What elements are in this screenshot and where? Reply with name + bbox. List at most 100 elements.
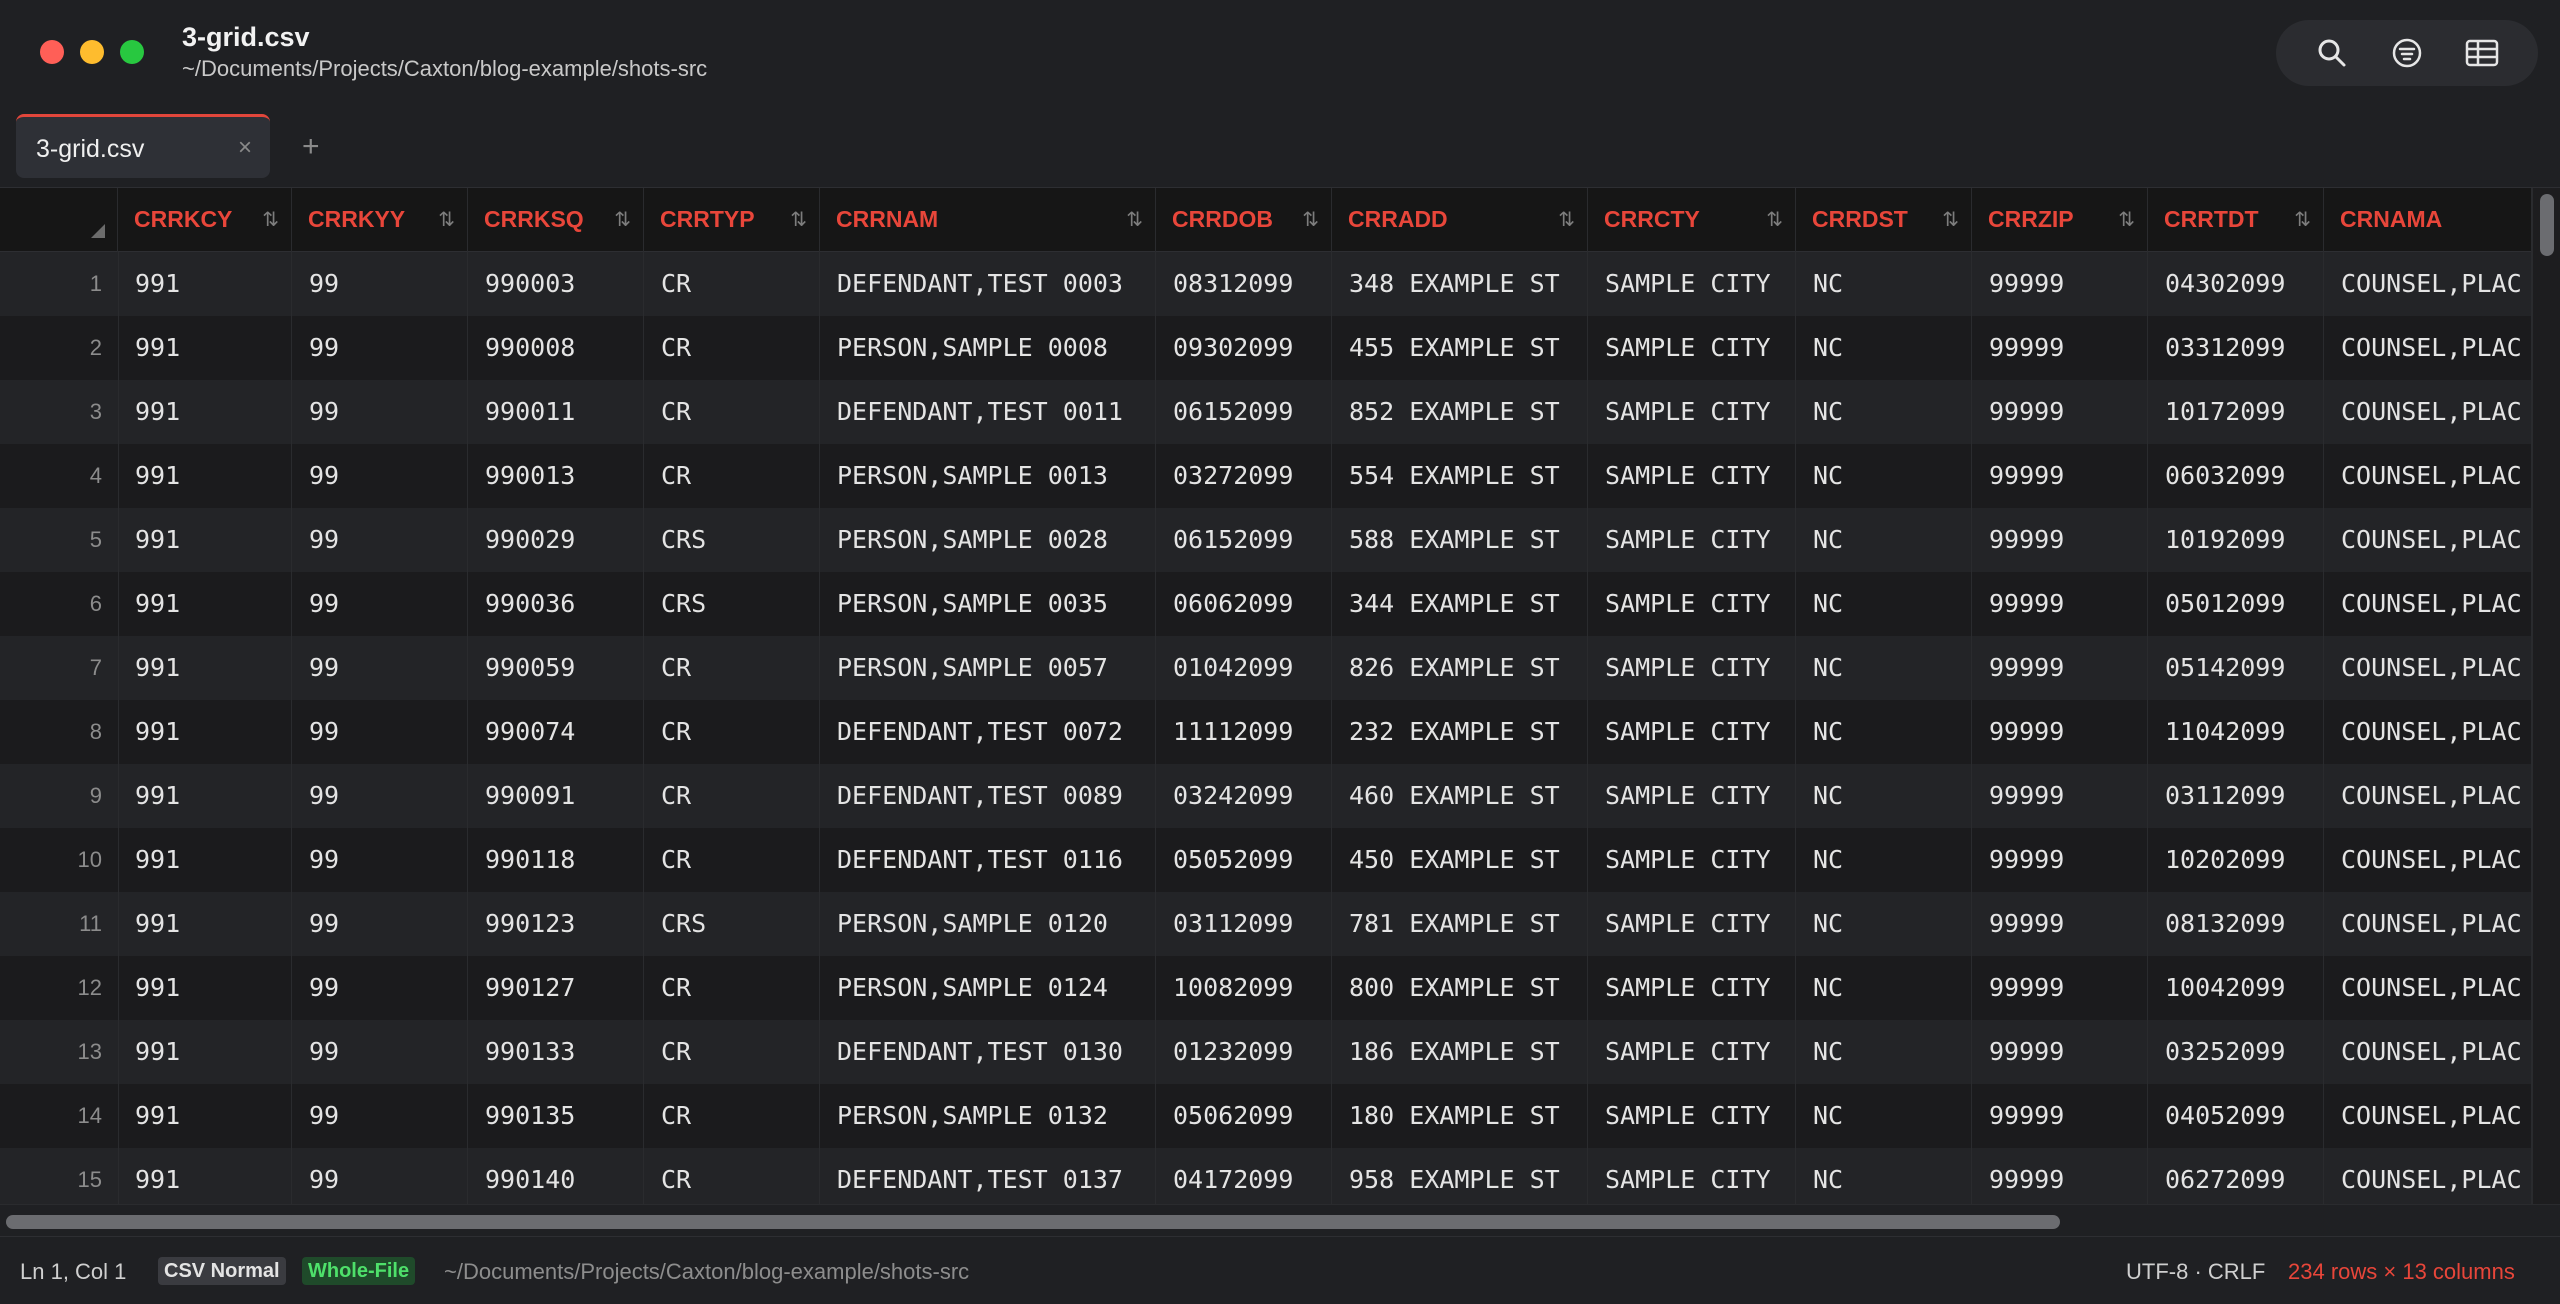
cell-crrtyp[interactable]: CRS: [644, 892, 820, 956]
cell-crradd[interactable]: 781 EXAMPLE ST: [1332, 892, 1588, 956]
row-number[interactable]: 4: [0, 444, 104, 508]
mode-badge[interactable]: CSV Normal: [158, 1257, 286, 1285]
cell-crrnam[interactable]: DEFENDANT,TEST 0072: [820, 700, 1156, 764]
cell-crradd[interactable]: 826 EXAMPLE ST: [1332, 636, 1588, 700]
cell-crrkcy[interactable]: 991: [118, 828, 292, 892]
cell-crrtyp[interactable]: CRS: [644, 572, 820, 636]
cell-crrdob[interactable]: 03272099: [1156, 444, 1332, 508]
table-view-button[interactable]: [2462, 33, 2502, 73]
cell-crnama[interactable]: COUNSEL,PLAC: [2324, 1084, 2532, 1148]
cell-crradd[interactable]: 186 EXAMPLE ST: [1332, 1020, 1588, 1084]
cell-crrtyp[interactable]: CR: [644, 316, 820, 380]
cell-crrkyy[interactable]: 99: [292, 316, 468, 380]
scope-badge[interactable]: Whole-File: [302, 1257, 416, 1285]
cell-crrkyy[interactable]: 99: [292, 892, 468, 956]
select-all-corner[interactable]: [0, 188, 118, 252]
cell-crrcty[interactable]: SAMPLE CITY: [1588, 956, 1796, 1020]
cell-crrcty[interactable]: SAMPLE CITY: [1588, 764, 1796, 828]
sort-icon[interactable]: ⇅: [614, 207, 631, 232]
cell-crrcty[interactable]: SAMPLE CITY: [1588, 1084, 1796, 1148]
cell-crrtyp[interactable]: CRS: [644, 508, 820, 572]
cell-crrdob[interactable]: 06152099: [1156, 508, 1332, 572]
cell-crrcty[interactable]: SAMPLE CITY: [1588, 1148, 1796, 1204]
cell-crrkcy[interactable]: 991: [118, 316, 292, 380]
cell-crrkcy[interactable]: 991: [118, 636, 292, 700]
cell-crnama[interactable]: COUNSEL,PLAC: [2324, 252, 2532, 316]
cell-crrtdt[interactable]: 04302099: [2148, 252, 2324, 316]
cell-crnama[interactable]: COUNSEL,PLAC: [2324, 892, 2532, 956]
row-number[interactable]: 10: [0, 828, 104, 892]
cell-crrdob[interactable]: 04172099: [1156, 1148, 1332, 1204]
cell-crrkcy[interactable]: 991: [118, 1148, 292, 1204]
cell-crrkcy[interactable]: 991: [118, 1020, 292, 1084]
cell-crrzip[interactable]: 99999: [1972, 892, 2148, 956]
cell-crrksq[interactable]: 990123: [468, 892, 644, 956]
sort-icon[interactable]: ⇅: [1942, 207, 1959, 232]
column-header-crrksq[interactable]: CRRKSQ ⇅: [468, 188, 644, 252]
cell-crrdst[interactable]: NC: [1796, 572, 1972, 636]
horizontal-scrollbar[interactable]: [0, 1204, 2560, 1236]
cell-crrkyy[interactable]: 99: [292, 956, 468, 1020]
row-number[interactable]: 8: [0, 700, 104, 764]
cell-crrcty[interactable]: SAMPLE CITY: [1588, 508, 1796, 572]
cell-crrkcy[interactable]: 991: [118, 444, 292, 508]
column-header-crrzip[interactable]: CRRZIP ⇅: [1972, 188, 2148, 252]
column-header-crnama[interactable]: CRNAMA: [2324, 188, 2532, 252]
cell-crrdst[interactable]: NC: [1796, 316, 1972, 380]
cell-crnama[interactable]: COUNSEL,PLAC: [2324, 508, 2532, 572]
table-row[interactable]: 6 991 99 990036 CRS PERSON,SAMPLE 0035 0606209…: [0, 572, 2532, 636]
new-tab-button[interactable]: +: [302, 130, 320, 164]
tab-close-icon[interactable]: ×: [238, 134, 252, 162]
cell-crradd[interactable]: 455 EXAMPLE ST: [1332, 316, 1588, 380]
sort-icon[interactable]: ⇅: [262, 207, 279, 232]
cell-crrnam[interactable]: DEFENDANT,TEST 0089: [820, 764, 1156, 828]
cell-crrdob[interactable]: 06152099: [1156, 380, 1332, 444]
horizontal-scroll-thumb[interactable]: [6, 1215, 2060, 1229]
cell-crrkcy[interactable]: 991: [118, 892, 292, 956]
cell-crrksq[interactable]: 990008: [468, 316, 644, 380]
csv-grid[interactable]: CRRKCY ⇅ CRRKYY ⇅ CRRKSQ ⇅ CRRTYP ⇅ CRRNAM ⇅ CRRDO…: [0, 188, 2532, 1204]
cell-crrdst[interactable]: NC: [1796, 764, 1972, 828]
cell-crrdob[interactable]: 10082099: [1156, 956, 1332, 1020]
minimize-window-button[interactable]: [80, 40, 104, 64]
sort-icon[interactable]: ⇅: [1126, 207, 1143, 232]
table-row[interactable]: 14 991 99 990135 CR PERSON,SAMPLE 0132 0506209…: [0, 1084, 2532, 1148]
row-number[interactable]: 12: [0, 956, 104, 1020]
cell-crrzip[interactable]: 99999: [1972, 636, 2148, 700]
cell-crrtyp[interactable]: CR: [644, 764, 820, 828]
vertical-scrollbar[interactable]: [2532, 188, 2560, 1204]
cell-crrdst[interactable]: NC: [1796, 828, 1972, 892]
cell-crrksq[interactable]: 990029: [468, 508, 644, 572]
cell-crrtdt[interactable]: 04052099: [2148, 1084, 2324, 1148]
table-row[interactable]: 11 991 99 990123 CRS PERSON,SAMPLE 0120 031120…: [0, 892, 2532, 956]
cell-crrdst[interactable]: NC: [1796, 636, 1972, 700]
sort-icon[interactable]: ⇅: [1766, 207, 1783, 232]
search-button[interactable]: [2312, 33, 2352, 73]
cell-crradd[interactable]: 232 EXAMPLE ST: [1332, 700, 1588, 764]
cell-crrkyy[interactable]: 99: [292, 1148, 468, 1204]
cell-crrnam[interactable]: PERSON,SAMPLE 0035: [820, 572, 1156, 636]
cell-crrtdt[interactable]: 10172099: [2148, 380, 2324, 444]
cell-crnama[interactable]: COUNSEL,PLAC: [2324, 764, 2532, 828]
cell-crrzip[interactable]: 99999: [1972, 828, 2148, 892]
cell-crrcty[interactable]: SAMPLE CITY: [1588, 892, 1796, 956]
close-window-button[interactable]: [40, 40, 64, 64]
cell-crrtdt[interactable]: 05012099: [2148, 572, 2324, 636]
cell-crrtdt[interactable]: 10192099: [2148, 508, 2324, 572]
cell-crrnam[interactable]: PERSON,SAMPLE 0013: [820, 444, 1156, 508]
table-row[interactable]: 7 991 99 990059 CR PERSON,SAMPLE 0057 01042099…: [0, 636, 2532, 700]
cell-crrtdt[interactable]: 11042099: [2148, 700, 2324, 764]
cell-crradd[interactable]: 554 EXAMPLE ST: [1332, 444, 1588, 508]
cell-crrnam[interactable]: DEFENDANT,TEST 0011: [820, 380, 1156, 444]
encoding-indicator[interactable]: UTF-8 · CRLF: [2126, 1259, 2265, 1285]
cell-crnama[interactable]: COUNSEL,PLAC: [2324, 828, 2532, 892]
cell-crrkyy[interactable]: 99: [292, 508, 468, 572]
cell-crrzip[interactable]: 99999: [1972, 1020, 2148, 1084]
cell-crrtdt[interactable]: 03112099: [2148, 764, 2324, 828]
cell-crrtyp[interactable]: CR: [644, 1020, 820, 1084]
cell-crrdob[interactable]: 05052099: [1156, 828, 1332, 892]
column-header-crrnam[interactable]: CRRNAM ⇅: [820, 188, 1156, 252]
table-row[interactable]: 1 991 99 990003 CR DEFENDANT,TEST 0003 0831209…: [0, 252, 2532, 316]
cell-crrdob[interactable]: 09302099: [1156, 316, 1332, 380]
sort-icon[interactable]: ⇅: [2294, 207, 2311, 232]
